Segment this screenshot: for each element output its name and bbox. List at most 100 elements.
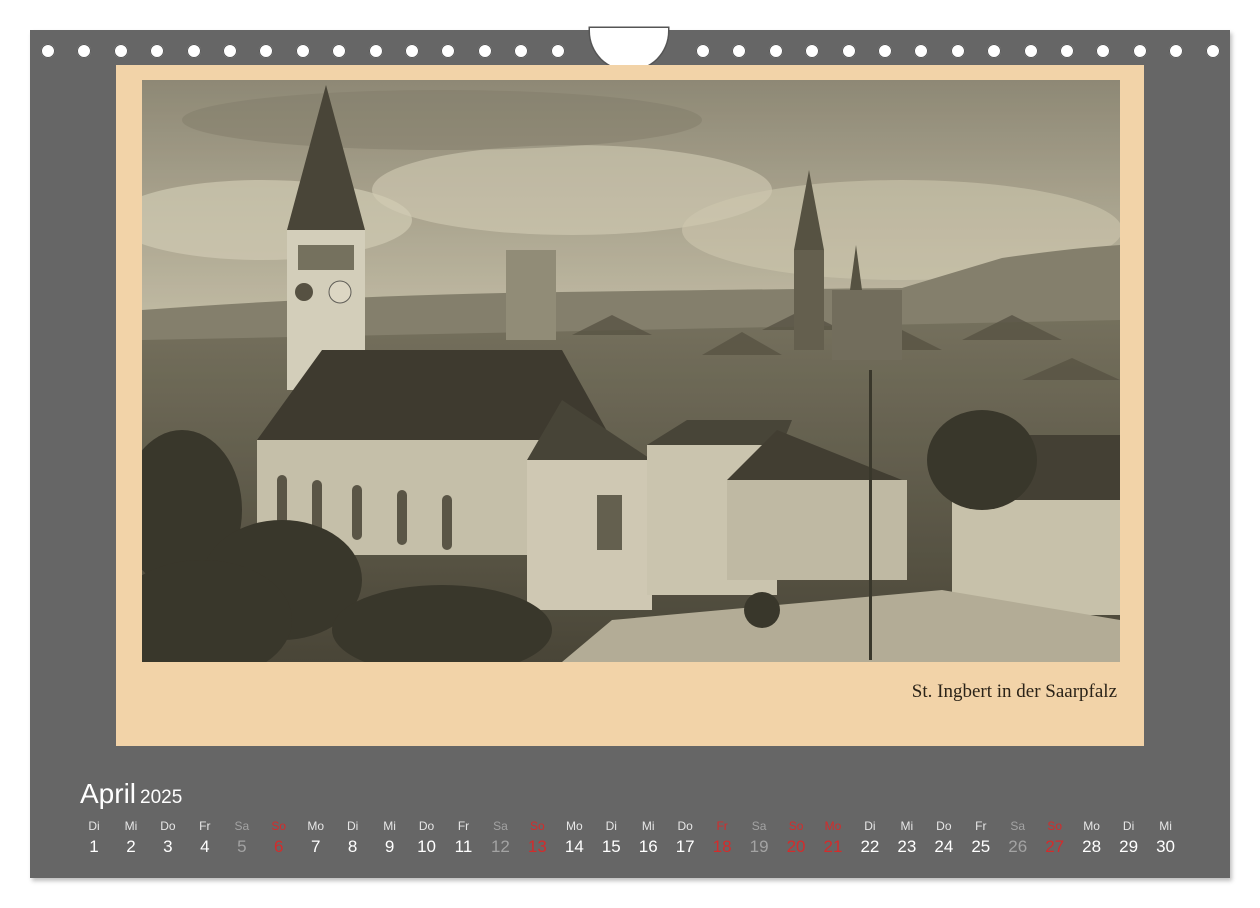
weekday-label: So [530, 819, 545, 833]
day-cell: Mo 21 [815, 818, 851, 858]
weekday-label: Fr [716, 819, 728, 833]
day-number: 23 [897, 837, 917, 856]
binding-hole [113, 44, 128, 58]
day-cell: Mi 23 [889, 818, 925, 858]
binding-hole [41, 44, 55, 58]
day-number: 25 [971, 837, 991, 856]
day-cell: Sa 26 [1000, 818, 1036, 858]
day-number: 1 [89, 837, 99, 856]
day-cell: Mo 28 [1074, 818, 1110, 858]
binding-hole [441, 44, 456, 58]
weekday-label: Di [1122, 819, 1135, 833]
binding-hole [223, 44, 237, 58]
day-cell: Sa 5 [224, 818, 260, 858]
day-number: 6 [274, 837, 284, 856]
day-cell: Do 3 [150, 818, 186, 858]
day-cell: So 27 [1037, 818, 1073, 858]
day-cell: Di 1 [76, 818, 112, 858]
day-cell: Mi 9 [372, 818, 408, 858]
day-cell: Fr 18 [704, 818, 740, 858]
weekday-label: Do [677, 819, 693, 833]
month-name: April [80, 778, 137, 809]
day-number: 11 [454, 837, 473, 856]
binding-hole [1169, 44, 1184, 58]
day-number: 26 [1008, 837, 1028, 856]
day-cell: Mi 2 [113, 818, 149, 858]
weekday-label: Di [605, 819, 617, 833]
weekday-label: Fr [199, 819, 211, 833]
weekday-label: Sa [234, 819, 250, 833]
weekday-label: Sa [751, 819, 767, 833]
binding-hole [332, 44, 347, 58]
weekday-label: Sa [1010, 819, 1026, 833]
day-cell: Mo 14 [556, 818, 592, 858]
day-number: 14 [564, 837, 584, 856]
day-number: 9 [384, 837, 395, 856]
binding-hole [1060, 44, 1074, 58]
day-cell: Di 15 [593, 818, 629, 858]
binding-hole [841, 44, 856, 58]
day-number: 21 [823, 837, 843, 856]
day-number: 19 [749, 837, 769, 856]
day-number: 13 [527, 837, 547, 856]
day-cell: Do 17 [667, 818, 703, 858]
binding-hole [878, 44, 892, 58]
day-cell: Di 8 [335, 818, 371, 858]
weekday-label: Mi [124, 819, 138, 833]
binding-hole [696, 44, 710, 58]
binding-hole [732, 44, 747, 58]
day-number: 17 [675, 837, 695, 856]
day-number: 29 [1119, 837, 1139, 856]
day-number: 20 [786, 837, 806, 856]
sepia-photo-illustration [142, 80, 1120, 662]
day-cell: So 6 [261, 818, 297, 858]
weekday-label: Sa [493, 819, 508, 833]
weekday-label: Mi [641, 819, 655, 833]
binding-hole [368, 44, 383, 58]
day-cell: Mo 7 [298, 818, 334, 858]
weekday-label: Do [160, 819, 176, 833]
day-number: 12 [490, 837, 510, 856]
binding-hole [477, 44, 492, 58]
weekday-label: Mi [383, 819, 396, 833]
day-cell: Do 10 [409, 818, 445, 858]
day-grid: Di 1 Mi 2 Do 3 Fr 4 Sa 5 So 6 Mo 7 Di 8 Mi 9 Do 10 Fr 11 Sa 12 S… [76, 818, 1196, 868]
weekday-label: So [271, 819, 287, 833]
binding-hole [550, 44, 565, 58]
day-cell: Di 22 [852, 818, 888, 858]
weekday-label: Fr [457, 819, 470, 833]
day-number: 7 [310, 837, 321, 856]
day-cell: So 20 [778, 818, 814, 858]
binding-hole [768, 44, 783, 58]
weekday-label: Mi [1159, 819, 1172, 833]
day-number: 30 [1156, 837, 1175, 856]
binding-hole [405, 44, 419, 58]
weekday-label: Do [418, 819, 435, 833]
weekday-label: Do [936, 819, 952, 833]
day-number: 5 [237, 837, 247, 856]
day-cell: Sa 19 [741, 818, 777, 858]
day-number: 18 [712, 837, 732, 856]
weekday-label: Mo [824, 819, 842, 833]
weekday-label: Fr [975, 819, 987, 833]
binding-hole [950, 44, 965, 58]
day-number: 2 [126, 837, 136, 856]
day-number: 3 [163, 837, 173, 856]
day-number: 16 [638, 837, 658, 856]
weekday-label: Mo [307, 819, 325, 833]
calendar-page: St. Ingbert in der Saarpfalz April 2025 D… [30, 28, 1230, 878]
binding-hole [150, 44, 165, 58]
historic-town-photo [142, 80, 1120, 662]
binding-hole [1132, 44, 1147, 58]
day-cell: Sa 12 [482, 818, 518, 858]
binding-hole [805, 44, 820, 58]
binding-hole [914, 44, 929, 58]
day-number: 10 [417, 837, 436, 856]
day-cell: Do 24 [926, 818, 962, 858]
binding-hole [1205, 44, 1220, 58]
binding-hole [77, 44, 92, 58]
photo-caption: St. Ingbert in der Saarpfalz [911, 681, 1117, 702]
photo-mat: St. Ingbert in der Saarpfalz [116, 65, 1144, 746]
binding-hole [1096, 44, 1111, 58]
month-title: April 2025 [80, 778, 182, 810]
